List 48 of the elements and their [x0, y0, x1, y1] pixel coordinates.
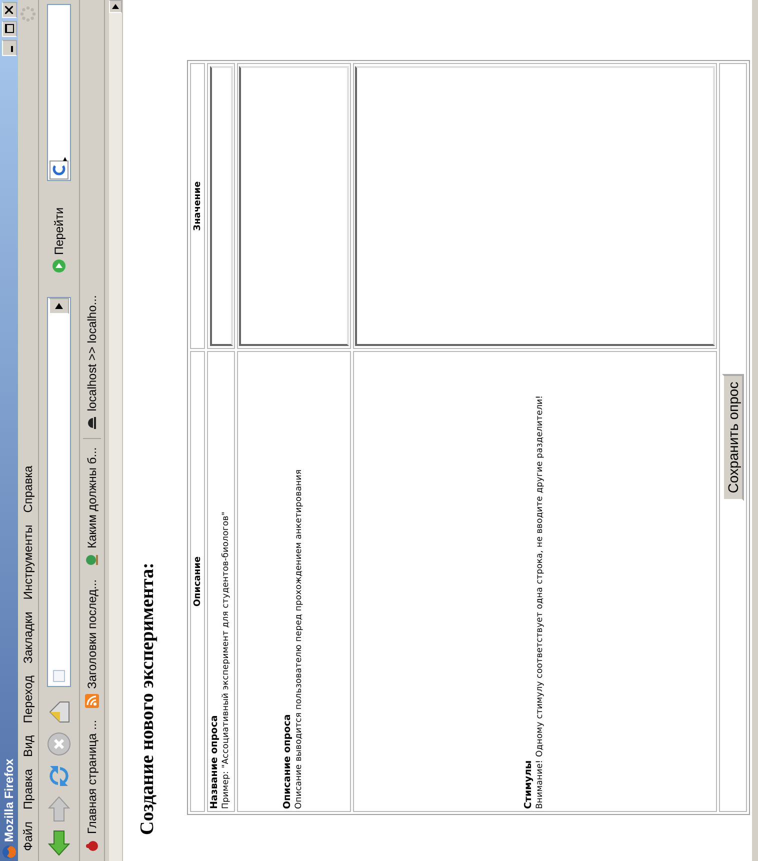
- page-heading: Создание нового эксперимента:: [137, 562, 159, 835]
- field-hint: Описание выводится пользователю перед прохождением анкетирования: [293, 468, 305, 809]
- maximize-button[interactable]: [2, 21, 16, 37]
- bookmark-item[interactable]: Каким должны б...: [85, 441, 99, 574]
- search-field[interactable]: [47, 4, 71, 182]
- bookmark-item[interactable]: Заголовки послед...: [85, 573, 99, 714]
- menu-item[interactable]: Файл: [21, 815, 35, 857]
- dropdown-arrow-icon: [55, 303, 63, 309]
- stop-icon[interactable]: [46, 731, 72, 757]
- bookmark-item[interactable]: localhost >> localho...: [85, 289, 99, 436]
- feed-icon: [85, 694, 99, 708]
- field-label: Стимулы: [523, 759, 534, 809]
- globe-icon: [85, 553, 99, 568]
- go-button[interactable]: Перейти: [52, 203, 66, 277]
- bookmark-item[interactable]: Главная страница ...: [85, 714, 99, 859]
- bug-icon: [85, 839, 99, 853]
- arrow-glyph-icon: [112, 4, 119, 9]
- firefox-icon: [2, 845, 16, 859]
- close-icon: [5, 6, 13, 14]
- throbber-icon: [20, 6, 36, 22]
- page-icon: [52, 669, 66, 683]
- hat-icon: [85, 416, 99, 430]
- scrollbar[interactable]: [109, 0, 123, 861]
- field-hint: Внимание! Одному стимулу соответствует одна строка, не вводите другие разделители!: [534, 394, 546, 809]
- menu-item[interactable]: Справка: [21, 460, 35, 519]
- menu-item[interactable]: Переход: [21, 670, 35, 730]
- text-area[interactable]: [239, 66, 349, 346]
- save-button[interactable]: Сохранить опрос: [722, 374, 744, 502]
- close-button[interactable]: [2, 2, 16, 18]
- column-header: Описание: [190, 351, 205, 812]
- column-header: Значение: [190, 63, 205, 349]
- go-icon: [52, 259, 66, 273]
- menu-item[interactable]: Закладки: [21, 606, 35, 670]
- address-field[interactable]: [47, 297, 71, 687]
- menu-item[interactable]: Инструменты: [21, 518, 35, 606]
- window-title: Mozilla Firefox: [2, 758, 16, 842]
- menu-item[interactable]: Правка: [21, 762, 35, 816]
- field-label: Название опроса: [209, 714, 220, 809]
- minimize-button[interactable]: [2, 40, 16, 56]
- field-hint: Пример: "Ассоциативный эксперимент для студентов-биологов": [220, 510, 232, 809]
- down-arrow-icon[interactable]: [47, 829, 71, 857]
- field-label: Описание опроса: [282, 713, 293, 809]
- up-arrow-icon[interactable]: [47, 795, 71, 823]
- dropdown-button[interactable]: [49, 298, 69, 314]
- maximize-icon: [4, 24, 14, 34]
- input-field[interactable]: [210, 66, 232, 346]
- menu-item[interactable]: Вид: [21, 729, 35, 763]
- search-engine-icon[interactable]: [49, 156, 69, 180]
